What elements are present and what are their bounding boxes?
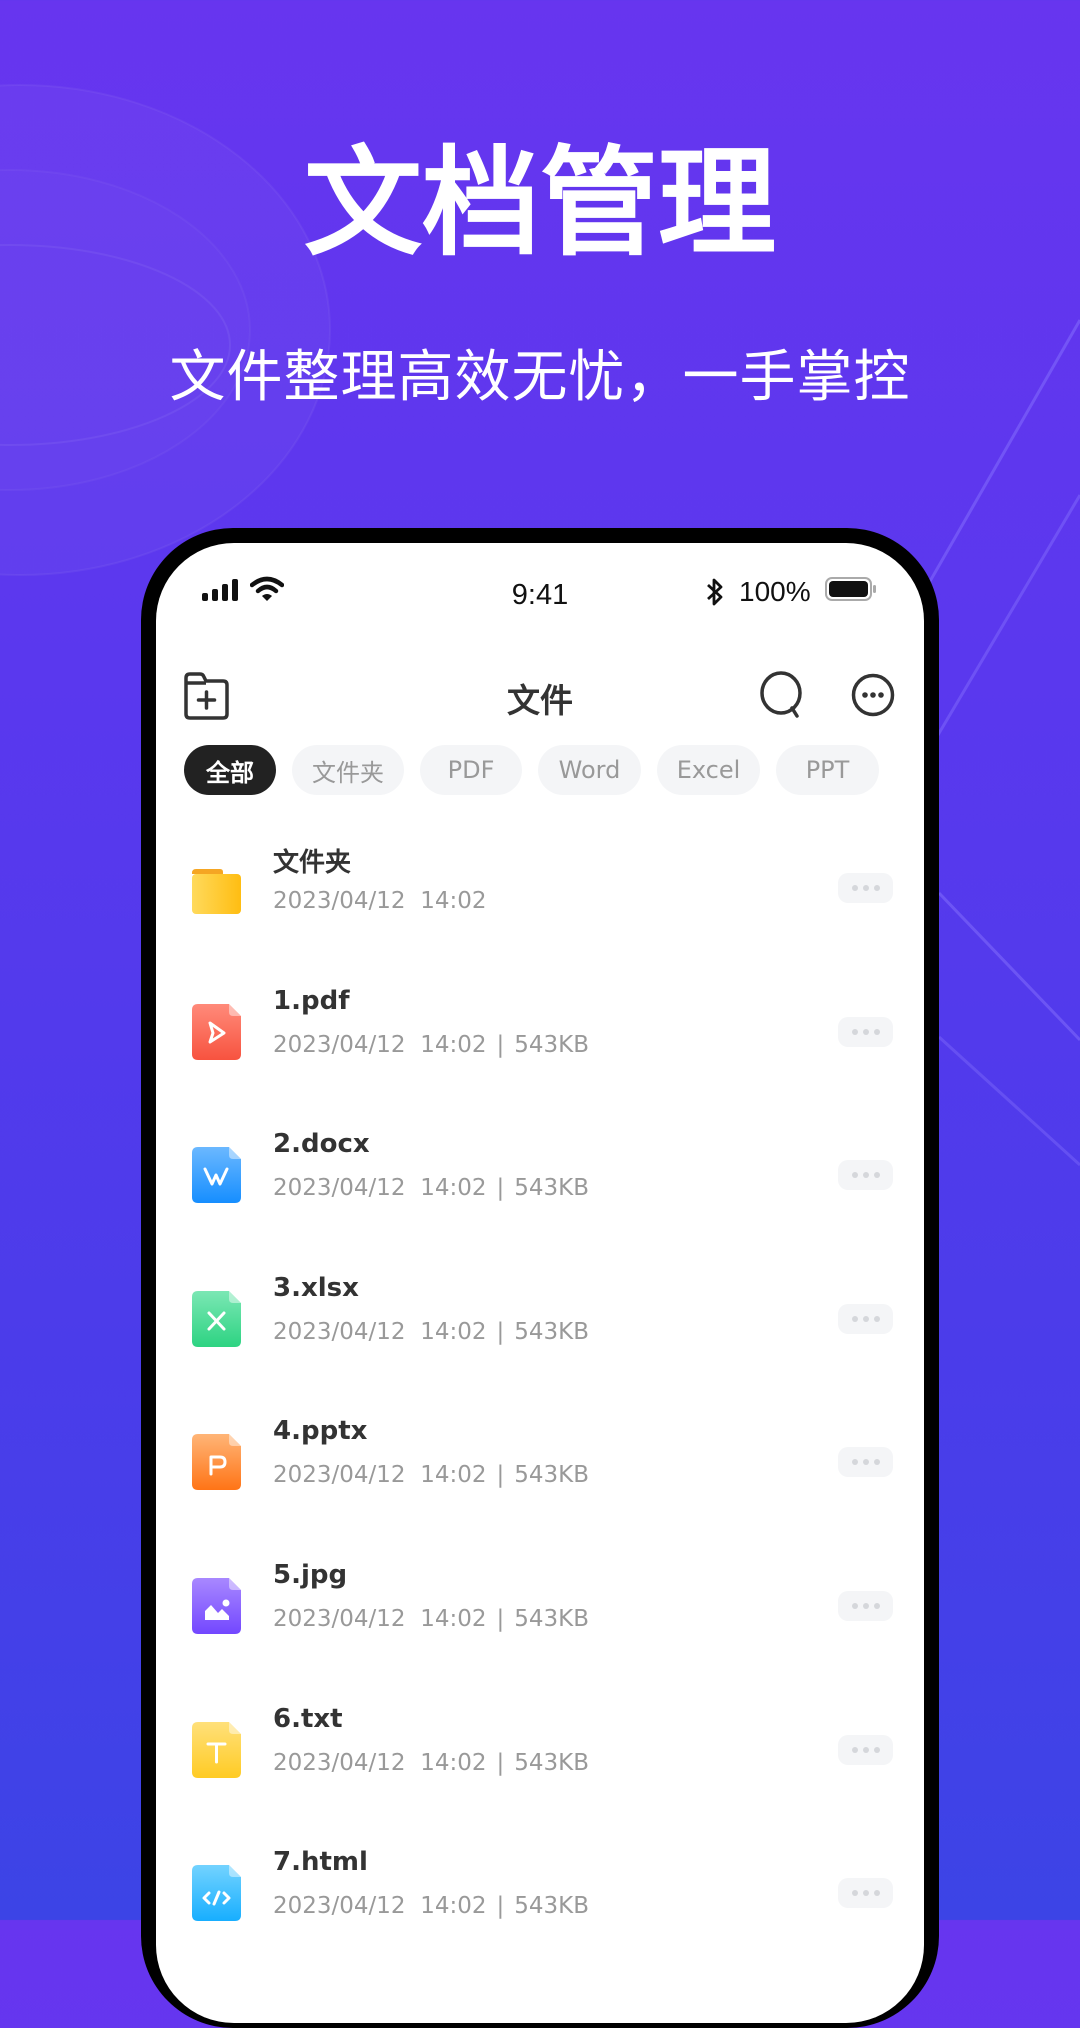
tab-all[interactable]: 全部 xyxy=(184,745,276,795)
file-size: 543KB xyxy=(514,1749,590,1776)
file-name: 3.xlsx xyxy=(273,1272,359,1303)
file-list-item[interactable]: 6.txt 2023/04/12 14:02 | 543KB xyxy=(156,1678,924,1822)
item-more-button[interactable] xyxy=(838,873,893,903)
file-list-item[interactable]: 5.jpg 2023/04/12 14:02 | 543KB xyxy=(156,1534,924,1678)
battery-icon xyxy=(825,577,876,601)
file-name: 6.txt xyxy=(273,1703,343,1734)
file-list-item[interactable]: 7.html 2023/04/12 14:02 | 543KB xyxy=(156,1821,924,1965)
meta-separator: | xyxy=(496,1318,505,1345)
file-meta: 2023/04/12 14:02 | 543KB xyxy=(273,1750,589,1776)
file-name: 7.html xyxy=(273,1847,368,1878)
html-file-icon xyxy=(192,1865,241,1922)
meta-separator: | xyxy=(496,1893,505,1920)
file-time: 14:02 xyxy=(420,1893,487,1920)
file-time: 14:02 xyxy=(420,1318,487,1345)
file-time: 14:02 xyxy=(420,1031,487,1058)
file-size: 543KB xyxy=(514,1462,590,1489)
page-title: 文件 xyxy=(507,681,573,720)
file-size: 543KB xyxy=(514,1031,590,1058)
search-icon xyxy=(760,671,802,718)
file-date: 2023/04/12 xyxy=(273,888,406,914)
item-more-button[interactable] xyxy=(838,1016,893,1047)
file-meta: 2023/04/12 14:02 | 543KB xyxy=(273,1319,589,1345)
bluetooth-icon xyxy=(707,578,723,606)
file-name: 4.pptx xyxy=(273,1416,368,1447)
meta-separator: | xyxy=(496,1749,505,1776)
pdf-file-icon xyxy=(192,1003,241,1060)
excel-file-icon xyxy=(192,1290,241,1347)
file-list-item[interactable]: 1.pdf 2023/04/12 14:02 | 543KB xyxy=(156,960,924,1104)
file-meta: 2023/04/12 14:02 | 543KB xyxy=(273,1606,589,1632)
file-date: 2023/04/12 xyxy=(273,1462,406,1489)
file-time: 14:02 xyxy=(420,1605,487,1632)
file-size: 543KB xyxy=(514,1605,590,1632)
search-button[interactable] xyxy=(758,665,806,725)
file-name: 2.docx xyxy=(273,1129,370,1160)
tab-word[interactable]: Word xyxy=(538,745,641,795)
file-date: 2023/04/12 xyxy=(273,1318,406,1345)
file-meta: 2023/04/12 14:02 | 543KB xyxy=(273,1462,589,1488)
file-name: 文件夹 xyxy=(273,848,352,878)
file-list-item[interactable]: 文件夹 2023/04/12 14:02 xyxy=(156,816,924,960)
image-file-icon xyxy=(192,1577,241,1634)
file-meta: 2023/04/12 14:02 | 543KB xyxy=(273,1032,589,1058)
file-date: 2023/04/12 xyxy=(273,1175,406,1202)
file-list-item[interactable]: 2.docx 2023/04/12 14:02 | 543KB xyxy=(156,1103,924,1247)
meta-separator: | xyxy=(496,1462,505,1489)
tab-folder[interactable]: 文件夹 xyxy=(292,745,404,795)
file-size: 543KB xyxy=(514,1175,590,1202)
item-more-button[interactable] xyxy=(838,1590,893,1621)
battery-percent: 100% xyxy=(739,576,811,607)
banner-headline: 文档管理 xyxy=(303,134,776,272)
file-name: 1.pdf xyxy=(273,985,350,1016)
item-more-button[interactable] xyxy=(838,1734,893,1765)
file-meta: 2023/04/12 14:02 xyxy=(273,888,487,914)
tab-excel[interactable]: Excel xyxy=(657,745,760,795)
tab-ppt[interactable]: PPT xyxy=(776,745,879,795)
file-date: 2023/04/12 xyxy=(273,1031,406,1058)
file-list: 文件夹 2023/04/12 14:02 1.pdf 2023/04/12 14… xyxy=(156,816,924,1965)
more-options-button[interactable] xyxy=(849,665,897,725)
file-list-item[interactable]: 4.pptx 2023/04/12 14:02 | 543KB xyxy=(156,1390,924,1534)
tab-pdf[interactable]: PDF xyxy=(420,745,522,795)
item-more-button[interactable] xyxy=(838,1878,893,1909)
file-size: 543KB xyxy=(514,1318,590,1345)
file-name: 5.jpg xyxy=(273,1559,348,1590)
file-time: 14:02 xyxy=(420,1749,487,1776)
file-meta: 2023/04/12 14:02 | 543KB xyxy=(273,1893,589,1919)
file-time: 14:02 xyxy=(420,1462,487,1489)
folder-icon xyxy=(192,869,241,914)
phone-mockup: 9:41 100% 文件 全部 文件夹 PDF Word Excel PPT 文… xyxy=(141,528,939,2028)
status-bar: 9:41 100% xyxy=(156,543,924,643)
meta-separator: | xyxy=(496,1031,505,1058)
file-meta: 2023/04/12 14:02 | 543KB xyxy=(273,1175,589,1201)
banner-subheadline: 文件整理高效无忧，一手掌控 xyxy=(169,345,911,410)
filter-tabs: 全部 文件夹 PDF Word Excel PPT xyxy=(184,745,879,795)
meta-separator: | xyxy=(496,1605,505,1632)
file-time: 14:02 xyxy=(420,1175,487,1202)
file-list-item[interactable]: 3.xlsx 2023/04/12 14:02 | 543KB xyxy=(156,1247,924,1391)
item-more-button[interactable] xyxy=(838,1160,893,1191)
file-date: 2023/04/12 xyxy=(273,1893,406,1920)
file-date: 2023/04/12 xyxy=(273,1749,406,1776)
text-file-icon xyxy=(192,1721,241,1778)
item-more-button[interactable] xyxy=(838,1303,893,1334)
meta-separator: | xyxy=(496,1175,505,1202)
word-file-icon xyxy=(192,1147,241,1204)
file-size: 543KB xyxy=(514,1893,590,1920)
file-time: 14:02 xyxy=(420,888,487,914)
item-more-button[interactable] xyxy=(838,1447,893,1478)
more-options-icon xyxy=(851,673,895,717)
ppt-file-icon xyxy=(192,1434,241,1491)
phone-screen: 9:41 100% 文件 全部 文件夹 PDF Word Excel PPT 文… xyxy=(156,543,924,2023)
file-date: 2023/04/12 xyxy=(273,1605,406,1632)
